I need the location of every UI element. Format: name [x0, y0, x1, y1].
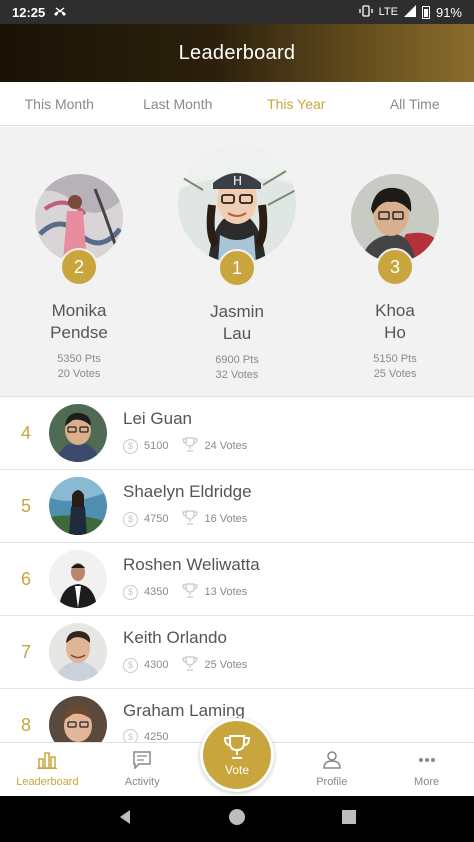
podium-second[interactable]: 2 Monika Pendse 5350 Pts 20 Votes	[19, 174, 139, 382]
more-dots-icon	[417, 751, 437, 776]
message-icon	[132, 751, 152, 776]
points-value: 4750	[144, 513, 169, 525]
points-value: 5100	[144, 440, 169, 452]
vibrate-icon	[358, 4, 373, 20]
rank-number: 6	[20, 569, 31, 589]
podium-votes: 25 Votes	[373, 368, 417, 380]
nav-more-label: More	[414, 776, 440, 788]
network-type: LTE	[378, 6, 398, 18]
points-value: 4350	[144, 586, 169, 598]
nav-activity[interactable]: Activity	[95, 743, 190, 796]
avatar	[49, 623, 107, 681]
missed-call-icon	[53, 5, 67, 20]
trophy-icon	[182, 583, 199, 601]
podium-first-name: Monika	[51, 301, 107, 320]
rank-badge: 3	[376, 248, 414, 286]
user-name: Graham Laming	[123, 701, 245, 720]
list-item[interactable]: 4 Lei Guan $ 5100 24 Votes	[0, 397, 474, 470]
home-icon[interactable]	[228, 808, 246, 831]
coin-icon: $	[123, 438, 138, 454]
podium: 2 Monika Pendse 5350 Pts 20 Votes H 1 Ja…	[0, 127, 474, 397]
status-bar: 12:25 LTE 91%	[0, 0, 474, 24]
person-icon	[322, 751, 342, 776]
trophy-icon	[223, 734, 251, 763]
svg-text:H: H	[233, 174, 242, 188]
votes-value: 24 Votes	[204, 440, 248, 452]
tab-this-year[interactable]: This Year	[237, 82, 356, 125]
page-title: Leaderboard	[178, 41, 296, 64]
bar-chart-icon	[37, 751, 58, 776]
podium-votes: 20 Votes	[57, 368, 101, 380]
podium-last-name: Lau	[222, 324, 252, 343]
votes-value: 25 Votes	[204, 659, 248, 671]
user-name: Shaelyn Eldridge	[123, 482, 252, 501]
podium-first[interactable]: H 1 Jasmin Lau 6900 Pts 32 Votes	[172, 145, 302, 383]
trophy-icon	[182, 656, 199, 674]
podium-points: 6900 Pts	[215, 354, 259, 366]
coin-icon: $	[123, 584, 138, 600]
podium-first-name: Jasmin	[210, 302, 264, 321]
points-value: 4250	[144, 730, 169, 743]
rank-number: 4	[20, 423, 31, 443]
rank-badge: 2	[60, 248, 98, 286]
podium-points: 5350 Pts	[57, 353, 101, 365]
user-name: Roshen Weliwatta	[123, 555, 260, 574]
podium-first-name: Khoa	[375, 301, 415, 320]
rank-number: 8	[20, 715, 31, 735]
nav-activity-label: Activity	[124, 776, 160, 788]
coin-icon: $	[123, 511, 138, 527]
trophy-icon	[182, 437, 199, 455]
app-header: Leaderboard	[0, 24, 474, 82]
avatar	[49, 550, 107, 608]
user-name: Keith Orlando	[123, 628, 227, 647]
user-name: Lei Guan	[123, 409, 192, 428]
coin-icon: $	[123, 657, 138, 673]
period-tabs: This Month Last Month This Year All Time	[0, 82, 474, 126]
nav-leaderboard[interactable]: Leaderboard	[0, 743, 95, 796]
rank-number: 5	[20, 496, 31, 516]
tab-all-time[interactable]: All Time	[356, 82, 474, 125]
battery-icon	[421, 5, 430, 19]
list-item[interactable]: 7 Keith Orlando $ 4300 25 Votes	[0, 616, 474, 689]
signal-icon	[403, 4, 416, 20]
podium-points: 5150 Pts	[373, 353, 417, 365]
points-value: 4300	[144, 659, 169, 671]
back-icon[interactable]	[117, 809, 133, 830]
votes-value: 16 Votes	[204, 513, 248, 525]
system-nav-bar	[0, 796, 474, 842]
nav-profile[interactable]: Profile	[284, 743, 379, 796]
list-item[interactable]: 6 Roshen Weliwatta $ 4350 13 Votes	[0, 543, 474, 616]
recents-icon[interactable]	[341, 809, 357, 830]
podium-last-name: Ho	[384, 323, 406, 342]
tab-this-month[interactable]: This Month	[0, 82, 119, 125]
list-item[interactable]: 5 Shaelyn Eldridge $ 4750 16 Votes	[0, 470, 474, 543]
vote-label: Vote	[224, 762, 250, 777]
status-time: 12:25	[12, 4, 46, 20]
avatar	[49, 404, 107, 462]
votes-value: 13 Votes	[204, 586, 248, 598]
leaderboard-list: 4 Lei Guan $ 5100 24 Votes 5 Shaelyn Eld…	[0, 397, 474, 762]
nav-profile-label: Profile	[316, 776, 348, 788]
tab-last-month[interactable]: Last Month	[119, 82, 238, 125]
podium-third[interactable]: 3 Khoa Ho 5150 Pts 25 Votes	[335, 174, 455, 382]
nav-leaderboard-label: Leaderboard	[16, 776, 79, 788]
avatar	[49, 477, 107, 535]
rank-number: 7	[20, 642, 31, 662]
rank-badge: 1	[218, 249, 256, 287]
vote-button[interactable]: Vote	[200, 718, 274, 792]
podium-votes: 32 Votes	[215, 369, 259, 381]
podium-last-name: Pendse	[50, 323, 108, 342]
trophy-icon	[182, 510, 199, 528]
battery-level: 91%	[435, 4, 462, 20]
avatar: H	[178, 145, 296, 263]
nav-more[interactable]: More	[379, 743, 474, 796]
